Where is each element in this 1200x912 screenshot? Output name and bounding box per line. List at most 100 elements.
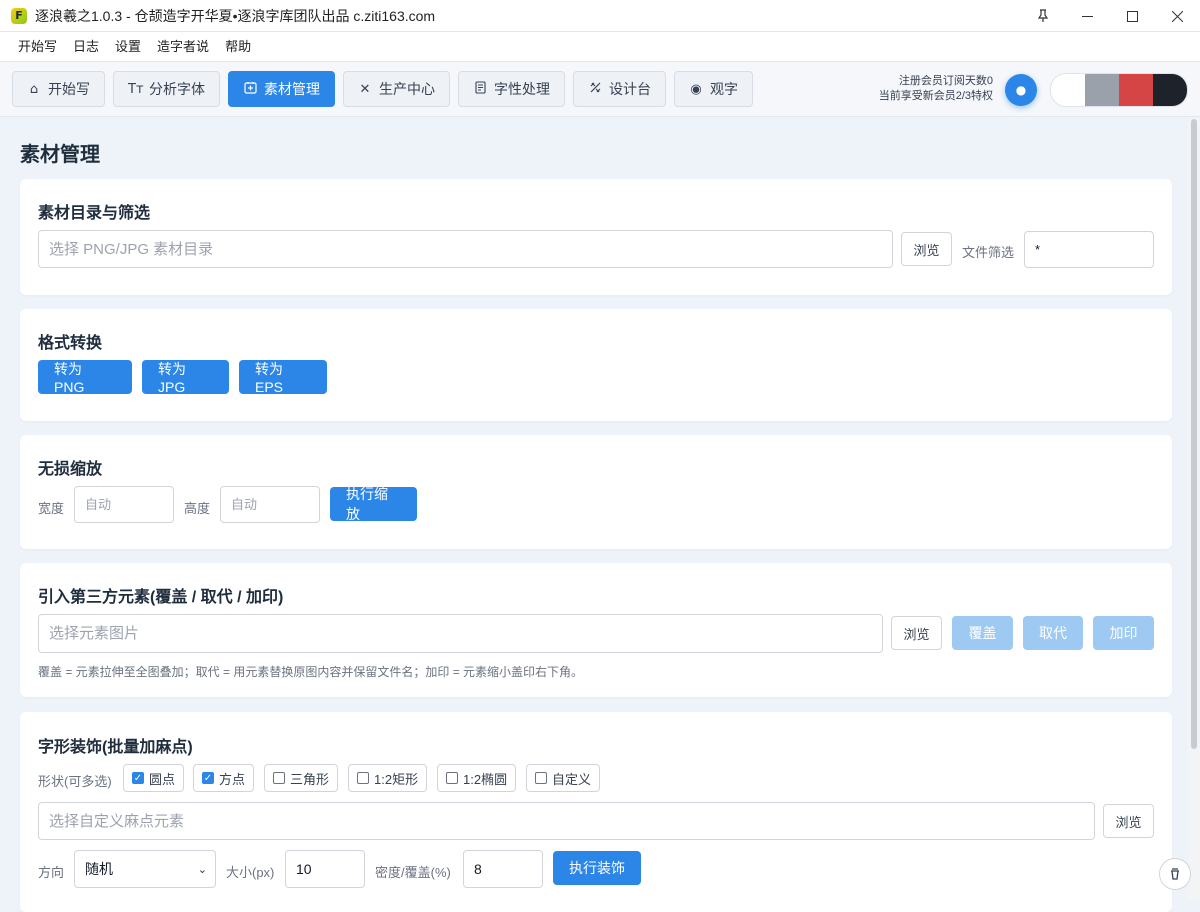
swatch-gray[interactable] xyxy=(1085,74,1119,106)
image-add-icon xyxy=(243,81,257,98)
tab-start-writing[interactable]: ⌂ 开始写 xyxy=(12,71,105,107)
checkbox-unchecked-icon xyxy=(273,772,285,784)
run-scale-button[interactable]: 执行缩放 xyxy=(330,486,417,522)
pin-icon[interactable] xyxy=(1020,0,1065,32)
height-input[interactable] xyxy=(220,486,320,523)
decoration-card: 字形装饰(批量加麻点) 形状(可多选) ✓ 圆点 ✓ 方点 三角形 1:2矩形 … xyxy=(20,712,1172,912)
member-privilege: 当前享受新会员2/3特权 xyxy=(878,90,993,102)
shape-checkbox-triangle[interactable]: 三角形 xyxy=(264,764,339,792)
document-icon xyxy=(473,80,487,98)
vertical-scrollbar[interactable] xyxy=(1188,117,1200,900)
home-icon: ⌂ xyxy=(29,81,39,97)
menu-creator-says[interactable]: 造字者说 xyxy=(149,32,217,62)
theme-toggle-button[interactable]: ● xyxy=(1005,74,1037,106)
design-icon xyxy=(588,81,602,98)
checkbox-checked-icon: ✓ xyxy=(132,772,144,784)
shape-checkbox-custom[interactable]: 自定义 xyxy=(526,764,601,792)
file-filter-input[interactable] xyxy=(1024,231,1154,268)
shape-option-label: 三角形 xyxy=(290,771,330,787)
window-title: 逐浪羲之1.0.3 - 仓颉造字开华夏•逐浪字库团队出品 c.ziti163.c… xyxy=(35,7,436,24)
checkbox-unchecked-icon xyxy=(357,772,369,784)
checkbox-checked-icon: ✓ xyxy=(202,772,214,784)
page-title: 素材管理 xyxy=(20,144,100,166)
maximize-icon[interactable] xyxy=(1110,0,1155,32)
chevron-down-icon: ⌄ xyxy=(197,862,207,876)
replace-button[interactable]: 取代 xyxy=(1023,616,1083,650)
tab-material-management[interactable]: 素材管理 xyxy=(228,71,335,107)
tab-production-center[interactable]: ✕ 生产中心 xyxy=(343,71,450,107)
shape-checkbox-dot[interactable]: ✓ 圆点 xyxy=(123,764,185,792)
shape-option-label: 1:2矩形 xyxy=(374,771,419,787)
file-filter-label: 文件筛选 xyxy=(962,245,1015,260)
tab-analyze-font[interactable]: Tт 分析字体 xyxy=(113,71,220,107)
tab-glyph-processing[interactable]: 字性处理 xyxy=(458,71,565,107)
convert-eps-button[interactable]: 转为 EPS xyxy=(239,360,327,395)
text-size-icon: Tт xyxy=(128,81,144,97)
tab-view-glyph[interactable]: ◉ 观字 xyxy=(674,71,753,107)
run-decoration-button[interactable]: 执行装饰 xyxy=(553,851,641,885)
cover-button[interactable]: 覆盖 xyxy=(952,616,1013,650)
scale-title: 无损缩放 xyxy=(38,461,103,478)
checkbox-unchecked-icon xyxy=(535,772,547,784)
shape-option-label: 圆点 xyxy=(149,771,176,787)
checkbox-unchecked-icon xyxy=(446,772,458,784)
third-party-hint: 覆盖 = 元素拉伸至全图叠加；取代 = 用元素替换原图内容并保留文件名；加印 =… xyxy=(38,665,584,679)
menu-settings[interactable]: 设置 xyxy=(107,32,149,62)
scrollbar-thumb[interactable] xyxy=(1191,119,1197,749)
theme-swatches xyxy=(1050,73,1188,107)
dot-icon: ● xyxy=(1015,83,1027,97)
swatch-red[interactable] xyxy=(1119,74,1153,106)
direction-select[interactable]: 随机 ⌄ xyxy=(74,850,216,888)
tab-design-desk[interactable]: 设计台 xyxy=(573,71,666,107)
third-party-card: 引入第三方元素(覆盖 / 取代 / 加印) 浏览 覆盖 取代 加印 覆盖 = 元… xyxy=(20,563,1172,697)
tab-label: 设计台 xyxy=(609,81,651,97)
member-subscription-days: 注册会员订阅天数0 xyxy=(898,75,993,87)
stamp-button[interactable]: 加印 xyxy=(1093,616,1154,650)
close-icon[interactable] xyxy=(1155,0,1200,32)
scale-card: 无损缩放 宽度 高度 执行缩放 xyxy=(20,435,1172,549)
tab-label: 素材管理 xyxy=(264,81,320,97)
height-label: 高度 xyxy=(184,501,211,516)
shape-label: 形状(可多选) xyxy=(38,774,112,789)
shape-checkbox-square[interactable]: ✓ 方点 xyxy=(193,764,255,792)
convert-card: 格式转换 转为 PNG 转为 JPG 转为 EPS xyxy=(20,309,1172,421)
custom-dot-browse-button[interactable]: 浏览 xyxy=(1103,804,1154,838)
main-tabs: ⌂ 开始写 Tт 分析字体 素材管理 ✕ 生产中心 字性处理 设计台 ◉ 观字 xyxy=(12,71,753,107)
density-label: 密度/覆盖(%) xyxy=(375,865,451,880)
density-input[interactable] xyxy=(463,850,543,888)
clear-icon[interactable] xyxy=(1159,858,1191,890)
swatch-white[interactable] xyxy=(1051,74,1085,106)
menu-help[interactable]: 帮助 xyxy=(217,32,259,62)
member-info: 注册会员订阅天数0 当前享受新会员2/3特权 xyxy=(879,74,993,104)
tab-label: 开始写 xyxy=(48,81,90,97)
swatch-dark[interactable] xyxy=(1153,74,1187,106)
tab-label: 分析字体 xyxy=(149,81,205,97)
third-party-title: 引入第三方元素(覆盖 / 取代 / 加印) xyxy=(38,589,284,606)
source-dir-browse-button[interactable]: 浏览 xyxy=(901,232,952,266)
shape-checkbox-rectangle[interactable]: 1:2矩形 xyxy=(348,764,428,792)
source-dir-card: 素材目录与筛选 浏览 文件筛选 xyxy=(20,179,1172,295)
width-label: 宽度 xyxy=(38,501,65,516)
shape-checkbox-ellipse[interactable]: 1:2椭圆 xyxy=(437,764,517,792)
element-browse-button[interactable]: 浏览 xyxy=(891,616,942,650)
minimize-icon[interactable] xyxy=(1065,0,1110,32)
direction-value: 随机 xyxy=(85,861,113,877)
tab-label: 观字 xyxy=(710,81,738,97)
shape-option-label: 1:2椭圆 xyxy=(463,771,508,787)
custom-dot-input[interactable] xyxy=(38,802,1095,840)
size-input[interactable] xyxy=(285,850,365,888)
element-image-input[interactable] xyxy=(38,614,883,653)
window-controls xyxy=(1020,0,1200,32)
size-label: 大小(px) xyxy=(226,865,275,880)
menu-log[interactable]: 日志 xyxy=(65,32,107,62)
title-bar: F 逐浪羲之1.0.3 - 仓颉造字开华夏•逐浪字库团队出品 c.ziti163… xyxy=(0,0,1200,32)
decoration-title: 字形装饰(批量加麻点) xyxy=(38,739,193,756)
width-input[interactable] xyxy=(74,486,174,523)
app-logo-icon: F xyxy=(11,7,27,24)
shape-option-label: 方点 xyxy=(219,771,246,787)
source-dir-input[interactable] xyxy=(38,230,893,268)
menu-start-writing[interactable]: 开始写 xyxy=(10,32,65,62)
convert-jpg-button[interactable]: 转为 JPG xyxy=(142,360,229,395)
tab-label: 生产中心 xyxy=(379,81,435,97)
convert-png-button[interactable]: 转为 PNG xyxy=(38,360,132,395)
